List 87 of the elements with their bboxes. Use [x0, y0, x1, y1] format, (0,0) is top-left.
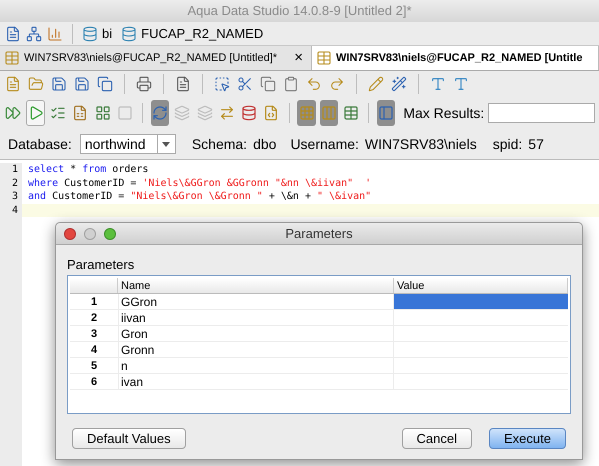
- new-file-icon[interactable]: [5, 76, 21, 92]
- clipboard-icon[interactable]: [283, 76, 299, 92]
- database-dropdown[interactable]: northwind: [80, 134, 176, 154]
- layers-icon: [174, 105, 190, 121]
- font-icon[interactable]: [430, 76, 446, 92]
- row-number: 2: [90, 310, 98, 324]
- columns-icon: [320, 105, 337, 121]
- column-header[interactable]: Name: [118, 278, 394, 292]
- caret-icon: [162, 142, 170, 146]
- list-icon[interactable]: [5, 26, 21, 42]
- document-icon[interactable]: [175, 76, 191, 92]
- scissors-icon[interactable]: [237, 76, 253, 92]
- row-number: 6: [90, 374, 98, 388]
- connection-label[interactable]: bi: [102, 24, 112, 44]
- zoom-button[interactable]: [104, 228, 116, 240]
- dialog-button[interactable]: Cancel: [402, 428, 472, 448]
- window-title: Aqua Data Studio 14.0.8-9 [Untitled 2]*: [187, 2, 412, 20]
- font-icon[interactable]: [453, 76, 469, 92]
- username-value: WIN7SRV83\niels: [364, 134, 477, 154]
- grid-icon: [94, 105, 111, 121]
- line-number: 3: [12, 190, 18, 204]
- play-icon: [28, 105, 44, 121]
- refresh-icon: [152, 105, 168, 121]
- select-icon[interactable]: [214, 76, 230, 92]
- dialog-title: Parameters: [285, 224, 353, 243]
- schema-label: Schema:: [192, 134, 248, 154]
- toolbar-button[interactable]: [150, 100, 170, 126]
- section-label: Parameters: [67, 256, 136, 274]
- code-line: where CustomerID = 'Niels\&GGron &GGronn "&nn \&iivan" ': [27, 176, 372, 190]
- dialog-button[interactable]: Execute: [489, 428, 566, 448]
- sheet-icon: [72, 105, 88, 121]
- print-icon[interactable]: [136, 76, 152, 92]
- redo-icon[interactable]: [329, 76, 345, 92]
- chart-icon[interactable]: [47, 26, 63, 42]
- row-number: 3: [90, 326, 98, 340]
- swap-icon: [218, 105, 235, 121]
- spid-label: spid:: [492, 134, 522, 154]
- database-label: Database:: [8, 134, 72, 154]
- username-label: Username:: [290, 134, 359, 154]
- grid-icon: [298, 105, 315, 121]
- folder-icon[interactable]: [28, 76, 44, 92]
- pencil-icon[interactable]: [368, 76, 384, 92]
- save-icon[interactable]: [51, 76, 67, 92]
- layers-icon: [196, 105, 213, 121]
- fast-forward-icon: [5, 105, 22, 121]
- code-line: select * from orders: [27, 163, 150, 176]
- toolbar-button[interactable]: [377, 100, 396, 126]
- tab-label: WIN7SRV83\niels@FUCAP_R2_NAMED [Untitled]*: [24, 50, 278, 66]
- toolbar-button[interactable]: [320, 100, 338, 126]
- schema-value: dbo: [253, 134, 276, 154]
- tab[interactable]: WIN7SRV83\niels@FUCAP_R2_NAMED [Untitled]* ×: [0, 46, 312, 70]
- tab-label: WIN7SRV83\niels@FUCAP_R2_NAMED [Untitle: [336, 50, 582, 66]
- copy-icon[interactable]: [97, 76, 113, 92]
- minimize-button[interactable]: [84, 228, 96, 240]
- spid-value: 57: [528, 134, 544, 154]
- database-icon: [241, 105, 258, 121]
- save-icon[interactable]: [74, 76, 90, 92]
- toolbar-button[interactable]: [26, 100, 45, 126]
- copy-icon[interactable]: [260, 76, 276, 92]
- document-icon: [263, 105, 280, 121]
- form-icon: [378, 105, 394, 121]
- close-button[interactable]: ×: [294, 46, 303, 70]
- max-results-field[interactable]: [488, 103, 595, 123]
- line-number: 2: [12, 176, 18, 190]
- table-icon[interactable]: [316, 50, 332, 66]
- row-number: 4: [90, 342, 98, 356]
- row-number: 5: [90, 358, 98, 372]
- default-values-button[interactable]: Default Values: [72, 428, 186, 448]
- close-button[interactable]: [64, 228, 76, 240]
- database-icon[interactable]: [82, 26, 98, 42]
- list-icon: [50, 105, 66, 121]
- row-number: 1: [90, 294, 98, 308]
- value-cell[interactable]: [394, 294, 568, 308]
- table-icon: [343, 105, 360, 121]
- table-icon[interactable]: [4, 50, 20, 66]
- code-line: and CustomerID = "Niels\&Gron \&Gronn " + \&n + " \&ivan": [27, 190, 372, 204]
- diagram-icon[interactable]: [26, 26, 42, 42]
- line-number: 4: [12, 204, 18, 217]
- wand-icon[interactable]: [391, 76, 407, 92]
- database-icon[interactable]: [121, 26, 138, 42]
- max-results-label: Max Results:: [403, 104, 484, 122]
- tab[interactable]: WIN7SRV83\niels@FUCAP_R2_NAMED [Untitle: [312, 46, 599, 70]
- stop-icon: [116, 105, 133, 121]
- column-header[interactable]: Value: [394, 278, 568, 292]
- undo-icon[interactable]: [306, 76, 322, 92]
- line-number: 1: [12, 163, 18, 176]
- connection-label[interactable]: FUCAP_R2_NAMED: [141, 24, 264, 44]
